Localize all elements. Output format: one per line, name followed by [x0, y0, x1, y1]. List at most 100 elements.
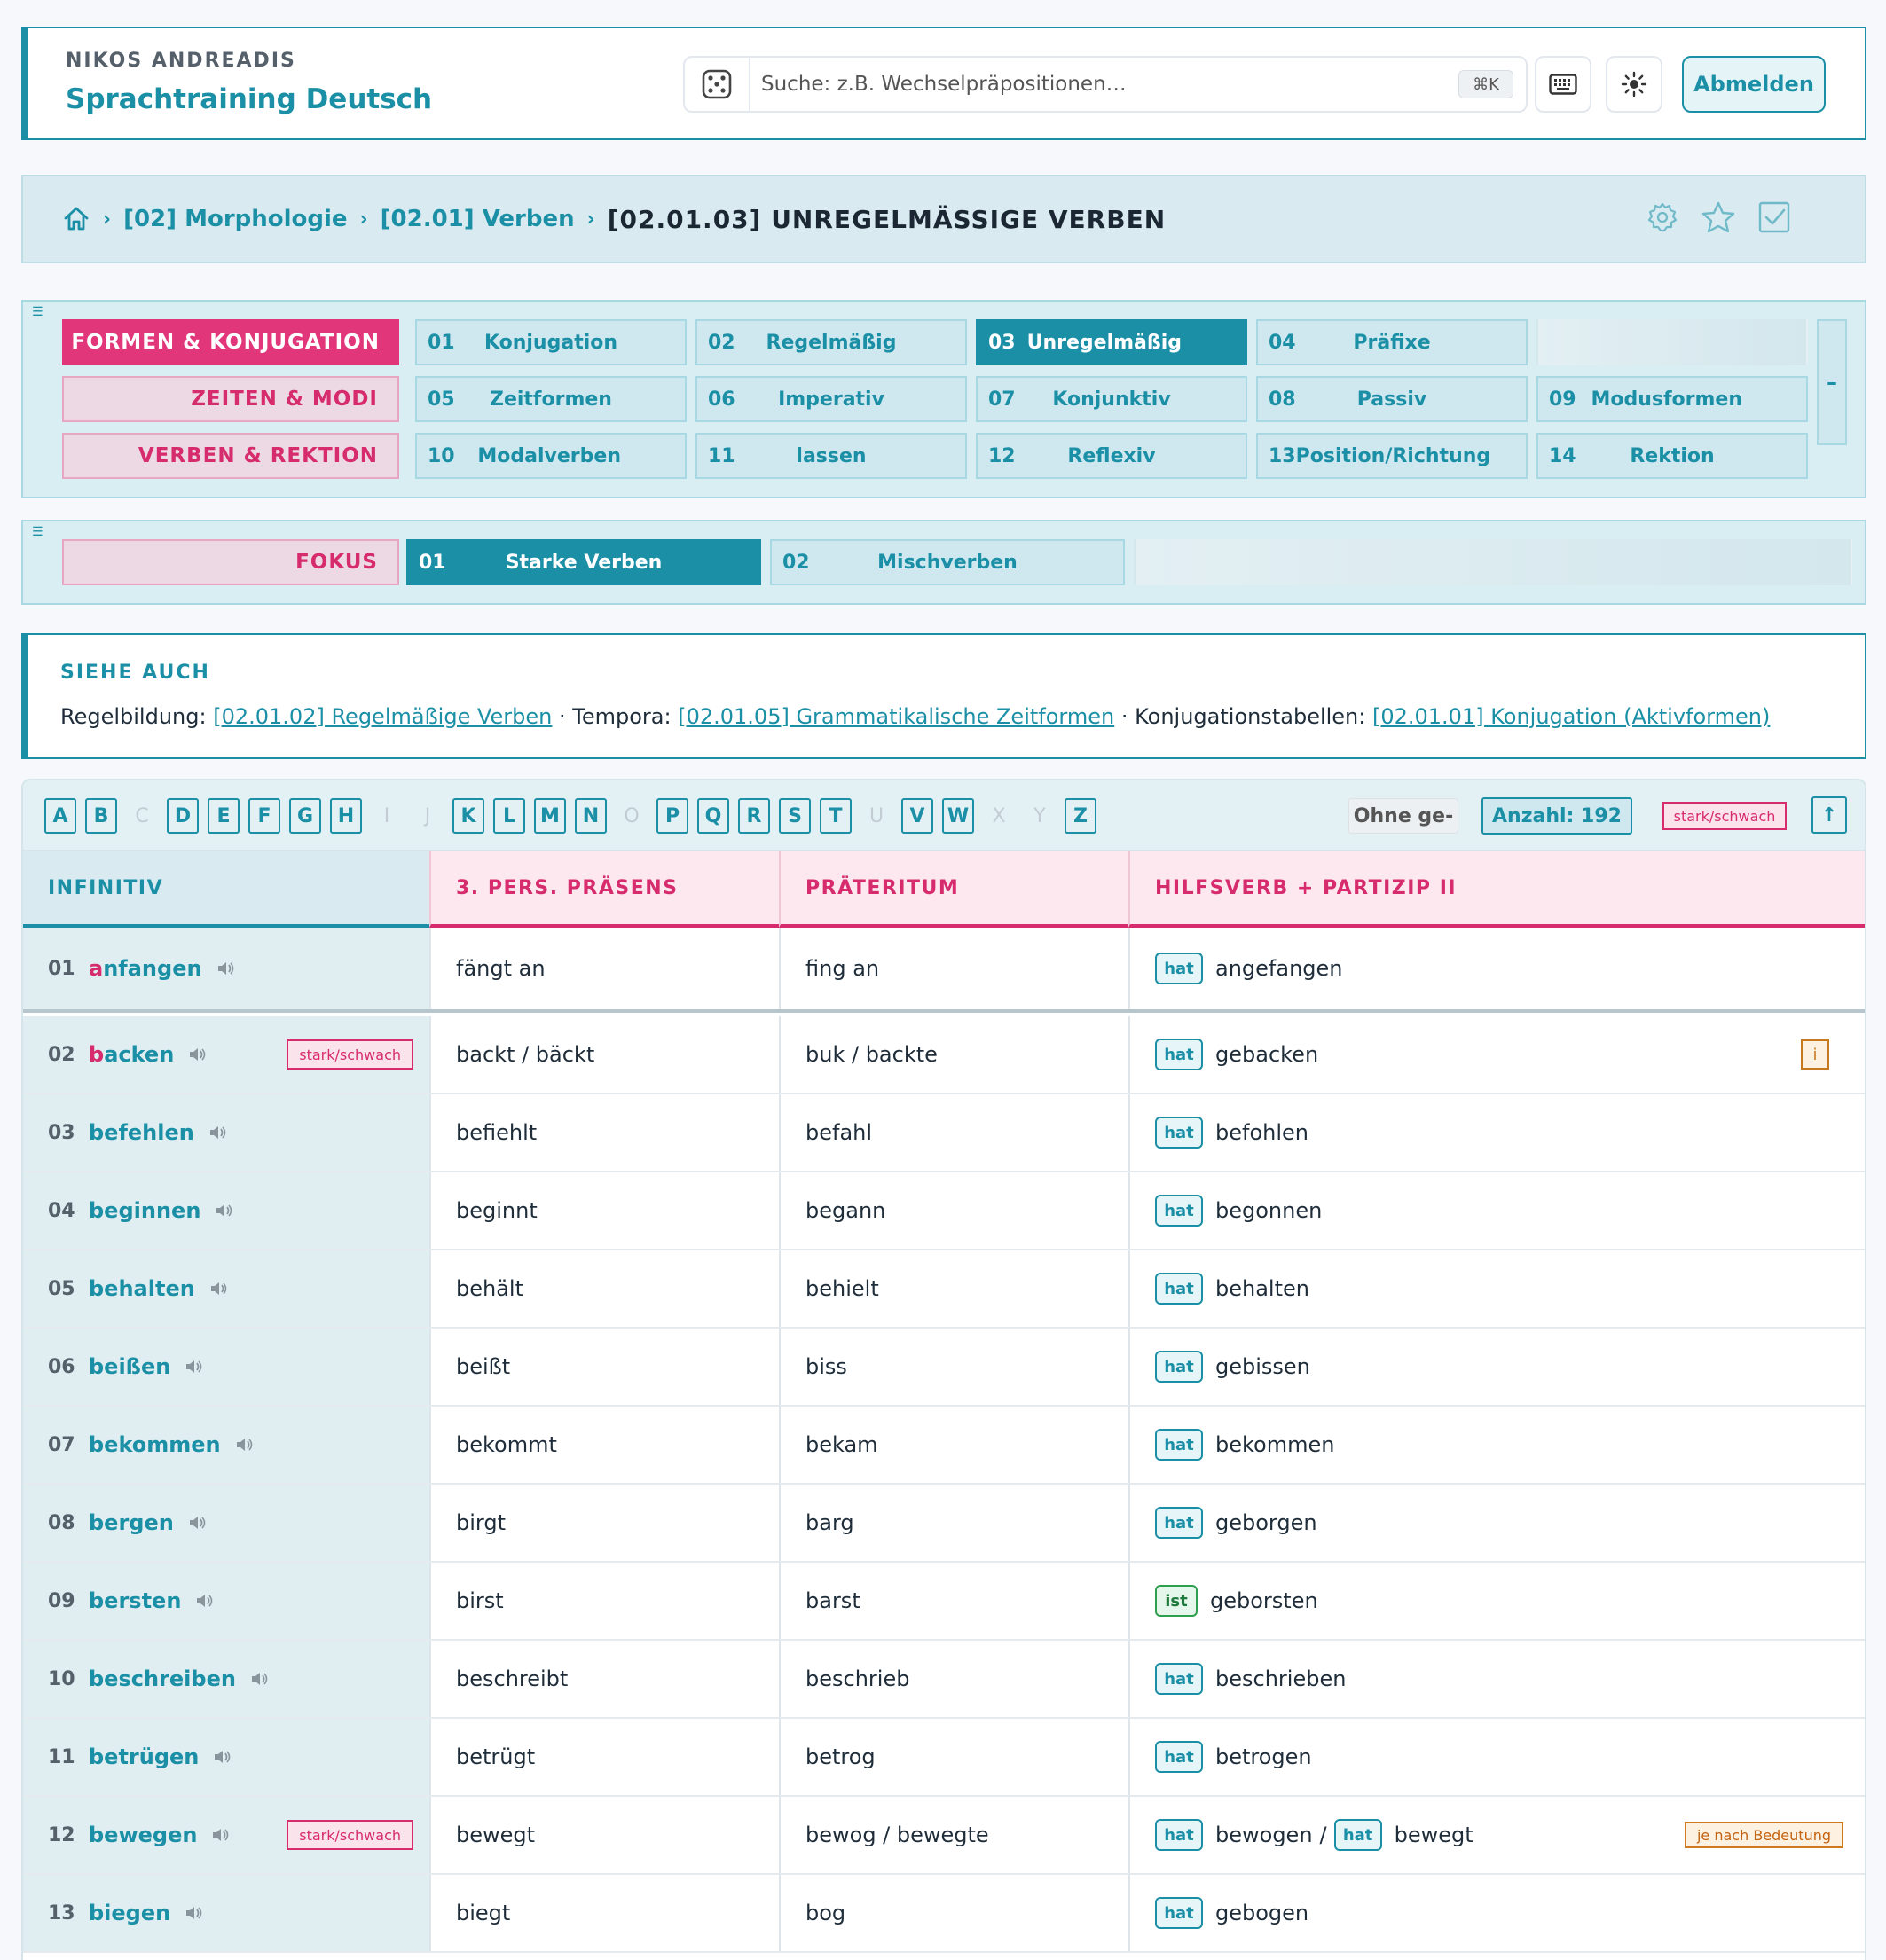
- theme-toggle-button[interactable]: [1606, 56, 1662, 113]
- tile-regelmaessig[interactable]: 02 Regelmäßig: [695, 319, 967, 365]
- speaker-icon[interactable]: [216, 960, 234, 976]
- link-regelmaessige-verben[interactable]: [02.01.02] Regelmäßige Verben: [213, 704, 552, 729]
- verb-infinitiv[interactable]: beißen: [89, 1354, 170, 1379]
- partizip-text: gebissen: [1215, 1354, 1310, 1379]
- tile-zeitformen[interactable]: 05 Zeitformen: [415, 376, 687, 422]
- letter-filter-f[interactable]: F: [248, 798, 280, 834]
- verb-infinitiv[interactable]: biegen: [89, 1901, 170, 1925]
- tile-position-richtung[interactable]: 13 Position/Richtung: [1256, 433, 1528, 479]
- ohne-ge-filter-button[interactable]: Ohne ge-: [1348, 798, 1458, 834]
- tile-label: Präfixe: [1353, 331, 1431, 354]
- search-input[interactable]: [761, 67, 1418, 102]
- verb-infinitiv[interactable]: bersten: [89, 1588, 181, 1613]
- table-row: 08 bergen birgt barg hat geborgen: [23, 1485, 1865, 1563]
- verb-infinitiv[interactable]: beschreiben: [89, 1666, 236, 1691]
- keyboard-button[interactable]: [1535, 56, 1591, 113]
- home-icon[interactable]: [62, 205, 90, 233]
- tile-rektion[interactable]: 14 Rektion: [1536, 433, 1808, 479]
- letter-filter-k[interactable]: K: [452, 798, 484, 834]
- speaker-icon[interactable]: [250, 1671, 268, 1687]
- letter-filter-t[interactable]: T: [820, 798, 852, 834]
- info-icon[interactable]: i: [1801, 1039, 1829, 1070]
- letter-filter-e[interactable]: E: [208, 798, 240, 834]
- speaker-icon[interactable]: [213, 1749, 231, 1765]
- stark-schwach-filter-tag[interactable]: stark/schwach: [1662, 802, 1787, 830]
- letter-filter-w[interactable]: W: [942, 798, 974, 834]
- menu-icon[interactable]: ☰: [32, 305, 43, 319]
- verb-infinitiv[interactable]: backen: [89, 1042, 174, 1067]
- tile-modusformen[interactable]: 09 Modusformen: [1536, 376, 1808, 422]
- link-konjugation[interactable]: [02.01.01] Konjugation (Aktivformen): [1372, 704, 1770, 729]
- tile-imperativ[interactable]: 06 Imperativ: [695, 376, 967, 422]
- tile-konjunktiv[interactable]: 07 Konjunktiv: [976, 376, 1247, 422]
- letter-filter-q[interactable]: Q: [697, 798, 729, 834]
- gear-icon[interactable]: [1646, 201, 1678, 233]
- verb-infinitiv[interactable]: befehlen: [89, 1120, 194, 1145]
- tile-unregelmaessig[interactable]: 03 Unregelmäßig: [976, 319, 1247, 365]
- row-number: 02: [48, 1043, 75, 1066]
- speaker-icon[interactable]: [208, 1125, 226, 1141]
- link-zeitformen[interactable]: [02.01.05] Grammatikalische Zeitformen: [678, 704, 1114, 729]
- letter-filter-p[interactable]: P: [656, 798, 688, 834]
- tile-konjugation[interactable]: 01 Konjugation: [415, 319, 687, 365]
- tile-reflexiv[interactable]: 12 Reflexiv: [976, 433, 1247, 479]
- verb-infinitiv[interactable]: behalten: [89, 1276, 195, 1301]
- verb-infinitiv[interactable]: bewegen: [89, 1823, 197, 1847]
- tile-passiv[interactable]: 08 Passiv: [1256, 376, 1528, 422]
- verb-infinitiv[interactable]: bergen: [89, 1510, 174, 1535]
- verb-infinitiv[interactable]: betrügen: [89, 1744, 199, 1769]
- letter-filter-n[interactable]: N: [575, 798, 607, 834]
- verb-infinitiv[interactable]: anfangen: [89, 956, 202, 981]
- checkbox-icon[interactable]: [1758, 201, 1790, 233]
- speaker-icon[interactable]: [188, 1047, 206, 1062]
- category-verben-rektion[interactable]: VERBEN & REKTION: [62, 433, 399, 479]
- tile-lassen[interactable]: 11 lassen: [695, 433, 967, 479]
- letter-filter-u: U: [868, 804, 884, 827]
- verb-text: biegen: [89, 1901, 171, 1925]
- letter-filter-l[interactable]: L: [493, 798, 525, 834]
- letter-filter-s[interactable]: S: [779, 798, 811, 834]
- tile-praefixe[interactable]: 04 Präfixe: [1256, 319, 1528, 365]
- random-dice-button[interactable]: [685, 58, 750, 111]
- collapse-button[interactable]: –: [1817, 319, 1847, 445]
- letter-filter-b[interactable]: B: [85, 798, 117, 834]
- alphabet-filter-bar: Ohne ge- Anzahl: 192 stark/schwach ↑ ABC…: [23, 780, 1865, 851]
- table-row: 10 beschreiben beschreibt beschrieb hat besch…: [23, 1641, 1865, 1719]
- speaker-icon[interactable]: [185, 1359, 202, 1375]
- letter-filter-m[interactable]: M: [534, 798, 566, 834]
- letter-filter-v[interactable]: V: [901, 798, 933, 834]
- letter-filter-z[interactable]: Z: [1065, 798, 1096, 834]
- tile-label: Konjunktiv: [1052, 388, 1171, 411]
- menu-icon[interactable]: ☰: [32, 525, 43, 539]
- partizip-text: gebogen: [1215, 1901, 1309, 1925]
- letter-filter-g[interactable]: G: [289, 798, 321, 834]
- tile-modalverben[interactable]: 10 Modalverben: [415, 433, 687, 479]
- logout-button[interactable]: Abmelden: [1682, 56, 1826, 113]
- tile-placeholder: [1134, 539, 1852, 585]
- speaker-icon[interactable]: [235, 1437, 253, 1453]
- speaker-icon[interactable]: [185, 1905, 202, 1921]
- verb-infinitiv[interactable]: beginnen: [89, 1198, 200, 1223]
- breadcrumb-link-verben[interactable]: [02.01] Verben: [381, 206, 575, 232]
- speaker-icon[interactable]: [209, 1281, 227, 1297]
- tile-mischverben[interactable]: 02 Mischverben: [770, 539, 1125, 585]
- category-formen-konjugation[interactable]: FORMEN & KONJUGATION: [62, 319, 399, 365]
- speaker-icon[interactable]: [195, 1593, 213, 1609]
- letter-filter-a[interactable]: A: [44, 798, 76, 834]
- star-icon[interactable]: [1701, 201, 1735, 233]
- category-zeiten-modi[interactable]: ZEITEN & MODI: [62, 376, 399, 422]
- letter-filter-h[interactable]: H: [330, 798, 362, 834]
- see-also-prefix: · Tempora:: [552, 704, 679, 729]
- breadcrumb-link-morphologie[interactable]: [02] Morphologie: [123, 206, 347, 232]
- letter-filter-r[interactable]: R: [738, 798, 770, 834]
- verb-infinitiv[interactable]: bekommen: [89, 1432, 221, 1457]
- scroll-up-button[interactable]: ↑: [1811, 796, 1847, 834]
- column-header-infinitiv: INFINITIV: [23, 851, 429, 928]
- tile-starke-verben[interactable]: 01 Starke Verben: [406, 539, 761, 585]
- speaker-icon[interactable]: [188, 1515, 206, 1531]
- focus-navigation: ☰ FOKUS 01 Starke Verben 02 Mischverben: [21, 520, 1866, 605]
- speaker-icon[interactable]: [211, 1827, 229, 1843]
- letter-filter-d[interactable]: D: [167, 798, 199, 834]
- speaker-icon[interactable]: [215, 1203, 232, 1219]
- app-title: Sprachtraining Deutsch: [66, 83, 433, 115]
